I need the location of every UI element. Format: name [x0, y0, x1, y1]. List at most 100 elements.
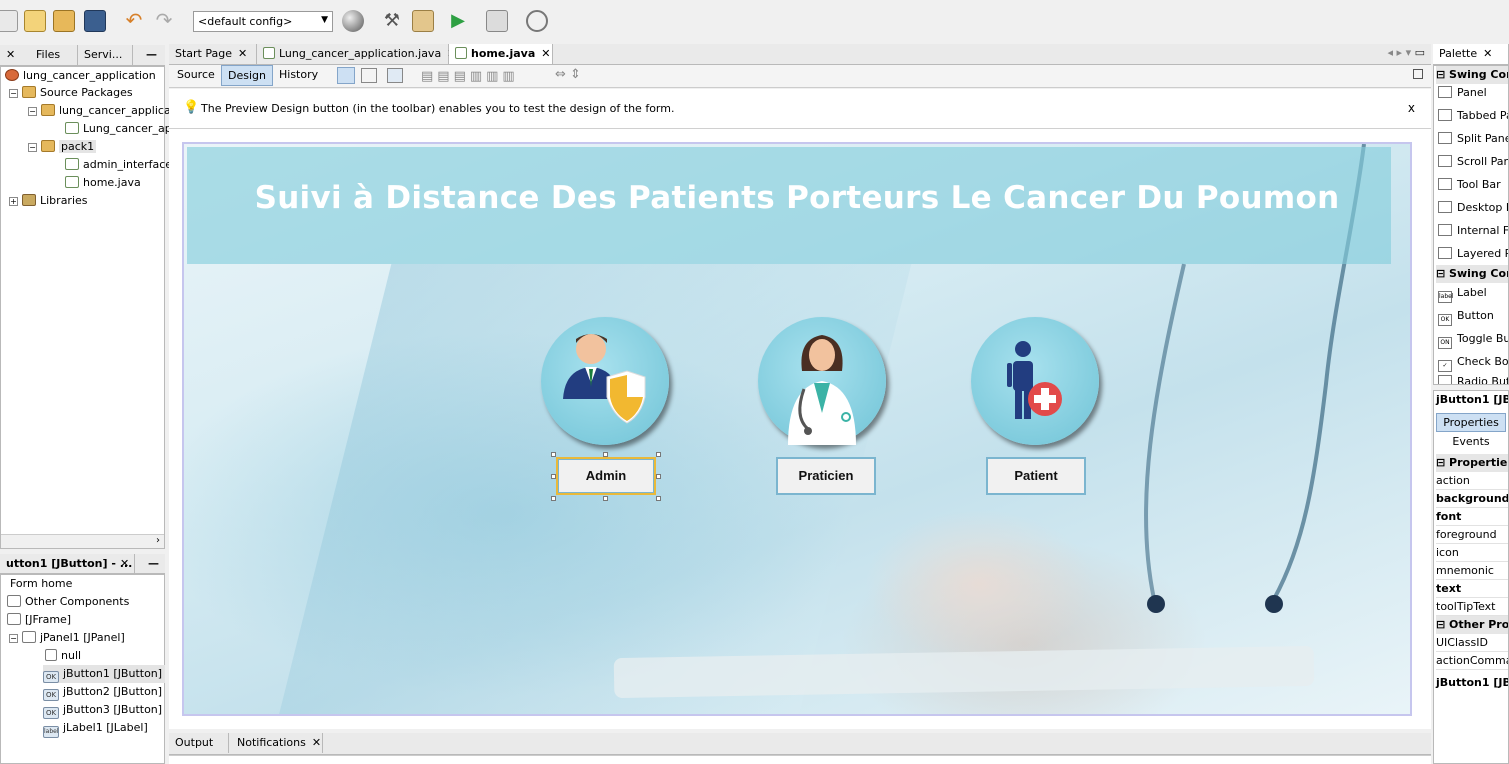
nav-node[interactable]: label jLabel1 [JLabel]: [43, 719, 148, 738]
properties-tab[interactable]: Properties: [1436, 413, 1506, 432]
praticien-button[interactable]: Praticien: [776, 457, 876, 495]
resize-tools-icons[interactable]: ⇔ ⇕: [555, 67, 581, 82]
palette-tab[interactable]: Palette ✕: [1433, 44, 1509, 64]
tree-node-source-packages[interactable]: − Source Packages: [9, 84, 133, 102]
admin-button[interactable]: Admin: [556, 457, 656, 495]
tab-scroll-controls[interactable]: ◂ ▸ ▾ ▭: [1388, 46, 1425, 59]
resize-handle[interactable]: [656, 496, 661, 501]
prop-tooltip[interactable]: toolTipText: [1436, 598, 1508, 616]
prop-action[interactable]: action: [1436, 472, 1508, 490]
tab-output[interactable]: Output: [169, 733, 229, 753]
palette-item-button[interactable]: OK Button: [1438, 306, 1494, 326]
source-button[interactable]: Source: [171, 65, 221, 86]
resize-handle[interactable]: [603, 496, 608, 501]
palette-item-label[interactable]: label Label: [1438, 283, 1487, 303]
minimize-icon[interactable]: —: [140, 45, 163, 65]
tab-lung-cancer-application[interactable]: Lung_cancer_application.java✕: [257, 44, 456, 64]
resize-handle[interactable]: [551, 474, 556, 479]
maximize-icon[interactable]: [1413, 69, 1423, 79]
tree-node-package[interactable]: − lung_cancer_applica: [28, 102, 171, 120]
design-button[interactable]: Design: [221, 65, 273, 86]
prop-foreground[interactable]: foreground: [1436, 526, 1508, 544]
palette-item-tabbed-pane[interactable]: Tabbed Pan: [1438, 106, 1508, 126]
resize-handle[interactable]: [656, 474, 661, 479]
properties-section[interactable]: ⊟ Other Propert: [1436, 616, 1508, 634]
profile-icon[interactable]: [526, 10, 548, 32]
tab-files[interactable]: Files: [30, 45, 78, 65]
palette-item-toggle-button[interactable]: ON Toggle Butt: [1438, 329, 1508, 349]
close-icon[interactable]: ✕: [1483, 47, 1492, 60]
close-icon[interactable]: ✕: [114, 554, 135, 574]
new-file-icon[interactable]: [0, 10, 18, 32]
palette-item-check-box[interactable]: ✓ Check Box: [1438, 352, 1508, 372]
save-all-icon[interactable]: [84, 10, 106, 32]
nav-node[interactable]: − jPanel1 [JPanel]: [9, 629, 125, 647]
tree-node-project[interactable]: lung_cancer_application: [5, 67, 156, 85]
properties-section[interactable]: ⊟ Properties: [1436, 454, 1508, 472]
nav-node[interactable]: Other Components: [7, 593, 129, 611]
close-icon[interactable]: ✕: [541, 47, 550, 60]
resize-handle[interactable]: [656, 452, 661, 457]
close-icon[interactable]: ✕: [312, 736, 321, 749]
tab-start-page[interactable]: Start Page ✕: [169, 44, 257, 64]
new-project-icon[interactable]: [24, 10, 46, 32]
palette-item-radio-button[interactable]: Radio Butt: [1438, 372, 1508, 384]
palette-category[interactable]: ⊟ Swing Con: [1436, 265, 1508, 283]
nav-node[interactable]: OK jButton3 [JButton]: [43, 701, 162, 719]
align-tools-icons[interactable]: ▤▤▤▥▥▥: [421, 69, 519, 84]
expand-icon[interactable]: +: [9, 197, 18, 206]
nav-node-selected[interactable]: OK jButton1 [JButton]: [43, 665, 166, 683]
prop-actioncommand[interactable]: actionComma: [1436, 652, 1508, 670]
prop-font[interactable]: font: [1436, 508, 1508, 526]
close-icon[interactable]: ✕: [238, 47, 247, 60]
resize-handle[interactable]: [603, 452, 608, 457]
prop-mnemonic[interactable]: mnemonic: [1436, 562, 1508, 580]
prop-icon[interactable]: icon: [1436, 544, 1508, 562]
prop-text[interactable]: text: [1436, 580, 1508, 598]
palette-item-split-pane[interactable]: Split Pane: [1438, 129, 1508, 149]
palette-category[interactable]: ⊟ Swing Con: [1436, 66, 1508, 84]
prop-background[interactable]: background: [1436, 490, 1508, 508]
collapse-icon[interactable]: −: [28, 107, 37, 116]
nav-node[interactable]: Form home: [10, 575, 72, 593]
minimize-icon[interactable]: —: [142, 554, 165, 574]
build-hammer-icon[interactable]: ⚒: [381, 10, 403, 32]
tree-node-libraries[interactable]: + Libraries: [9, 192, 88, 210]
globe-icon[interactable]: [342, 10, 364, 32]
tab-services[interactable]: Servi...: [78, 45, 133, 65]
history-button[interactable]: History: [273, 65, 324, 86]
debug-icon[interactable]: [486, 10, 508, 32]
config-select[interactable]: <default config> ▼: [193, 11, 333, 32]
open-project-icon[interactable]: [53, 10, 75, 32]
tab-notifications[interactable]: Notifications ✕: [231, 733, 323, 753]
tab-home-java[interactable]: home.java ✕: [449, 44, 553, 64]
projects-close-icon[interactable]: ✕: [0, 45, 30, 65]
hint-close-icon[interactable]: x: [1408, 101, 1415, 115]
patient-button[interactable]: Patient: [986, 457, 1086, 495]
tree-node-file[interactable]: admin_interface: [65, 156, 172, 174]
prop-uiclassid[interactable]: UIClassID: [1436, 634, 1508, 652]
tree-node-file[interactable]: home.java: [65, 174, 141, 192]
palette-item-scroll-pane[interactable]: Scroll Pane: [1438, 152, 1508, 172]
clean-build-icon[interactable]: [412, 10, 434, 32]
selection-mode-icon[interactable]: [337, 67, 355, 84]
nav-node[interactable]: OK jButton2 [JButton]: [43, 683, 162, 701]
run-icon[interactable]: ▶: [447, 10, 469, 32]
collapse-icon[interactable]: −: [28, 143, 37, 152]
nav-node[interactable]: [JFrame]: [7, 611, 71, 629]
tree-node-file[interactable]: Lung_cancer_ap: [65, 120, 172, 138]
resize-handle[interactable]: [551, 452, 556, 457]
events-tab[interactable]: Events: [1436, 433, 1506, 452]
tree-node-pack1[interactable]: − pack1: [28, 138, 97, 156]
palette-item-internal-frame[interactable]: Internal Fra: [1438, 221, 1508, 241]
palette-item-layered-pane[interactable]: Layered Pa: [1438, 244, 1508, 264]
palette-item-panel[interactable]: Panel: [1438, 83, 1487, 103]
collapse-icon[interactable]: −: [9, 634, 18, 643]
resize-handle[interactable]: [551, 496, 556, 501]
preview-design-icon[interactable]: [387, 68, 403, 83]
redo-icon[interactable]: ↷: [153, 10, 175, 32]
palette-item-desktop-pane[interactable]: Desktop Pa: [1438, 198, 1508, 218]
nav-node[interactable]: null: [45, 647, 81, 665]
collapse-icon[interactable]: −: [9, 89, 18, 98]
undo-icon[interactable]: ↶: [123, 10, 145, 32]
